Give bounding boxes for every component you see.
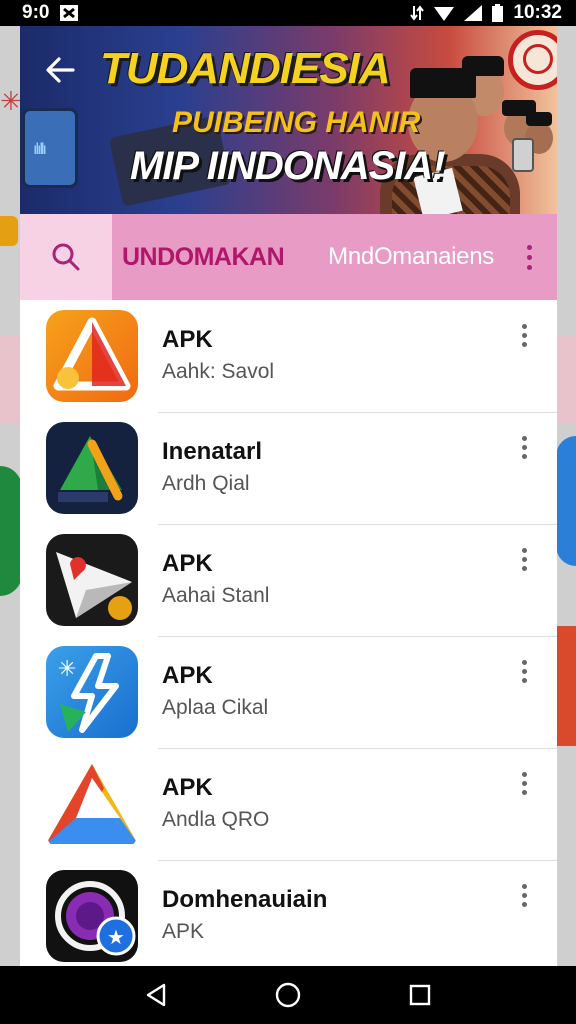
- notification-icon: [59, 4, 79, 22]
- item-menu-button[interactable]: [517, 656, 531, 686]
- paper-plane-icon: [46, 534, 138, 626]
- background-colored-shape: [556, 626, 576, 746]
- signal-icon: [464, 5, 483, 21]
- more-vert-icon: [521, 659, 527, 683]
- status-clock: 10:32: [513, 2, 562, 23]
- app-subtitle: Ardh Qial: [162, 472, 250, 495]
- data-transfer-icon: [410, 4, 425, 22]
- list-item[interactable]: APK Aahk: Savol: [20, 300, 557, 412]
- nav-back-icon: [146, 983, 166, 1007]
- back-button[interactable]: [42, 52, 78, 88]
- tab-secondary[interactable]: MndOmanaiens: [328, 243, 494, 271]
- tab-bar: UNDOMAKAN MndOmanaiens: [20, 214, 557, 300]
- app-subtitle: Aplaa Cikal: [162, 696, 269, 719]
- more-vert-icon: [521, 435, 527, 459]
- app-subtitle: APK: [162, 920, 205, 943]
- list-item[interactable]: Inenatarl Ardh Qial: [20, 412, 557, 524]
- background-green-shape: [0, 466, 22, 596]
- app-subtitle: Aahai Stanl: [162, 584, 270, 607]
- svg-text:★: ★: [107, 925, 125, 949]
- app-name: APK: [162, 774, 213, 801]
- nav-home-icon: [275, 982, 301, 1008]
- item-menu-button[interactable]: [517, 544, 531, 574]
- app-subtitle: Andla QRO: [162, 808, 270, 831]
- app-list: APK Aahk: Savol Inenatarl Ardh Qial APK …: [20, 300, 557, 966]
- app-name: APK: [162, 326, 213, 353]
- svg-text:✳: ✳: [58, 657, 76, 682]
- arrow-back-icon: [46, 57, 75, 83]
- item-menu-button[interactable]: [517, 432, 531, 462]
- banner-device-image: ılıllı: [22, 108, 78, 188]
- nav-home-button[interactable]: [268, 975, 308, 1015]
- more-vert-icon: [521, 883, 527, 907]
- list-item[interactable]: APK Aahai Stanl: [20, 524, 557, 636]
- list-item[interactable]: APK Andla QRO: [20, 748, 557, 860]
- more-vert-icon: [521, 547, 527, 571]
- promo-banner[interactable]: ılıllı TUDANDIESIA PUIBEING HANIR MIP II…: [20, 26, 557, 214]
- banner-title: TUDANDIESIA: [100, 44, 391, 93]
- nav-recents-button[interactable]: [400, 975, 440, 1015]
- more-vert-icon: [526, 244, 532, 270]
- wifi-icon: [434, 5, 455, 21]
- list-item[interactable]: ★ Domhenauiain APK: [20, 860, 557, 966]
- battery-icon: [492, 4, 504, 22]
- tab-primary[interactable]: UNDOMAKAN: [122, 243, 285, 272]
- search-icon: [52, 243, 80, 271]
- app-name: APK: [162, 550, 213, 577]
- status-time: 9:0: [22, 2, 50, 23]
- banner-phone-image: [512, 138, 534, 172]
- overflow-menu-button[interactable]: [521, 242, 537, 272]
- app-subtitle: Aahk: Savol: [162, 360, 275, 383]
- orange-triangle-icon: [46, 310, 138, 402]
- app-name: Inenatarl: [162, 438, 263, 465]
- background-blue-shape: [556, 436, 576, 566]
- search-button[interactable]: [20, 214, 112, 300]
- item-menu-button[interactable]: [517, 880, 531, 910]
- navigation-bar: [0, 966, 576, 1024]
- purple-ring-star-icon: ★: [46, 870, 138, 962]
- nav-back-button[interactable]: [136, 975, 176, 1015]
- item-menu-button[interactable]: [517, 768, 531, 798]
- item-menu-button[interactable]: [517, 320, 531, 350]
- app-panel: ılıllı TUDANDIESIA PUIBEING HANIR MIP II…: [20, 26, 557, 966]
- green-triangle-icon: [46, 422, 138, 514]
- banner-subtitle: PUIBEING HANIR: [172, 106, 421, 139]
- nav-recents-icon: [409, 984, 431, 1006]
- background-star-icon: ✳: [0, 86, 22, 116]
- app-name: APK: [162, 662, 213, 689]
- blue-lightning-icon: ✳: [46, 646, 138, 738]
- status-bar: 9:0 10:32: [0, 0, 576, 26]
- more-vert-icon: [521, 771, 527, 795]
- list-item[interactable]: ✳ APK Aplaa Cikal: [20, 636, 557, 748]
- background-card: [0, 216, 18, 246]
- more-vert-icon: [521, 323, 527, 347]
- multicolor-triangle-icon: [46, 758, 138, 850]
- banner-headline: MIP IINDONASIA!: [130, 144, 446, 188]
- app-name: Domhenauiain: [162, 886, 328, 913]
